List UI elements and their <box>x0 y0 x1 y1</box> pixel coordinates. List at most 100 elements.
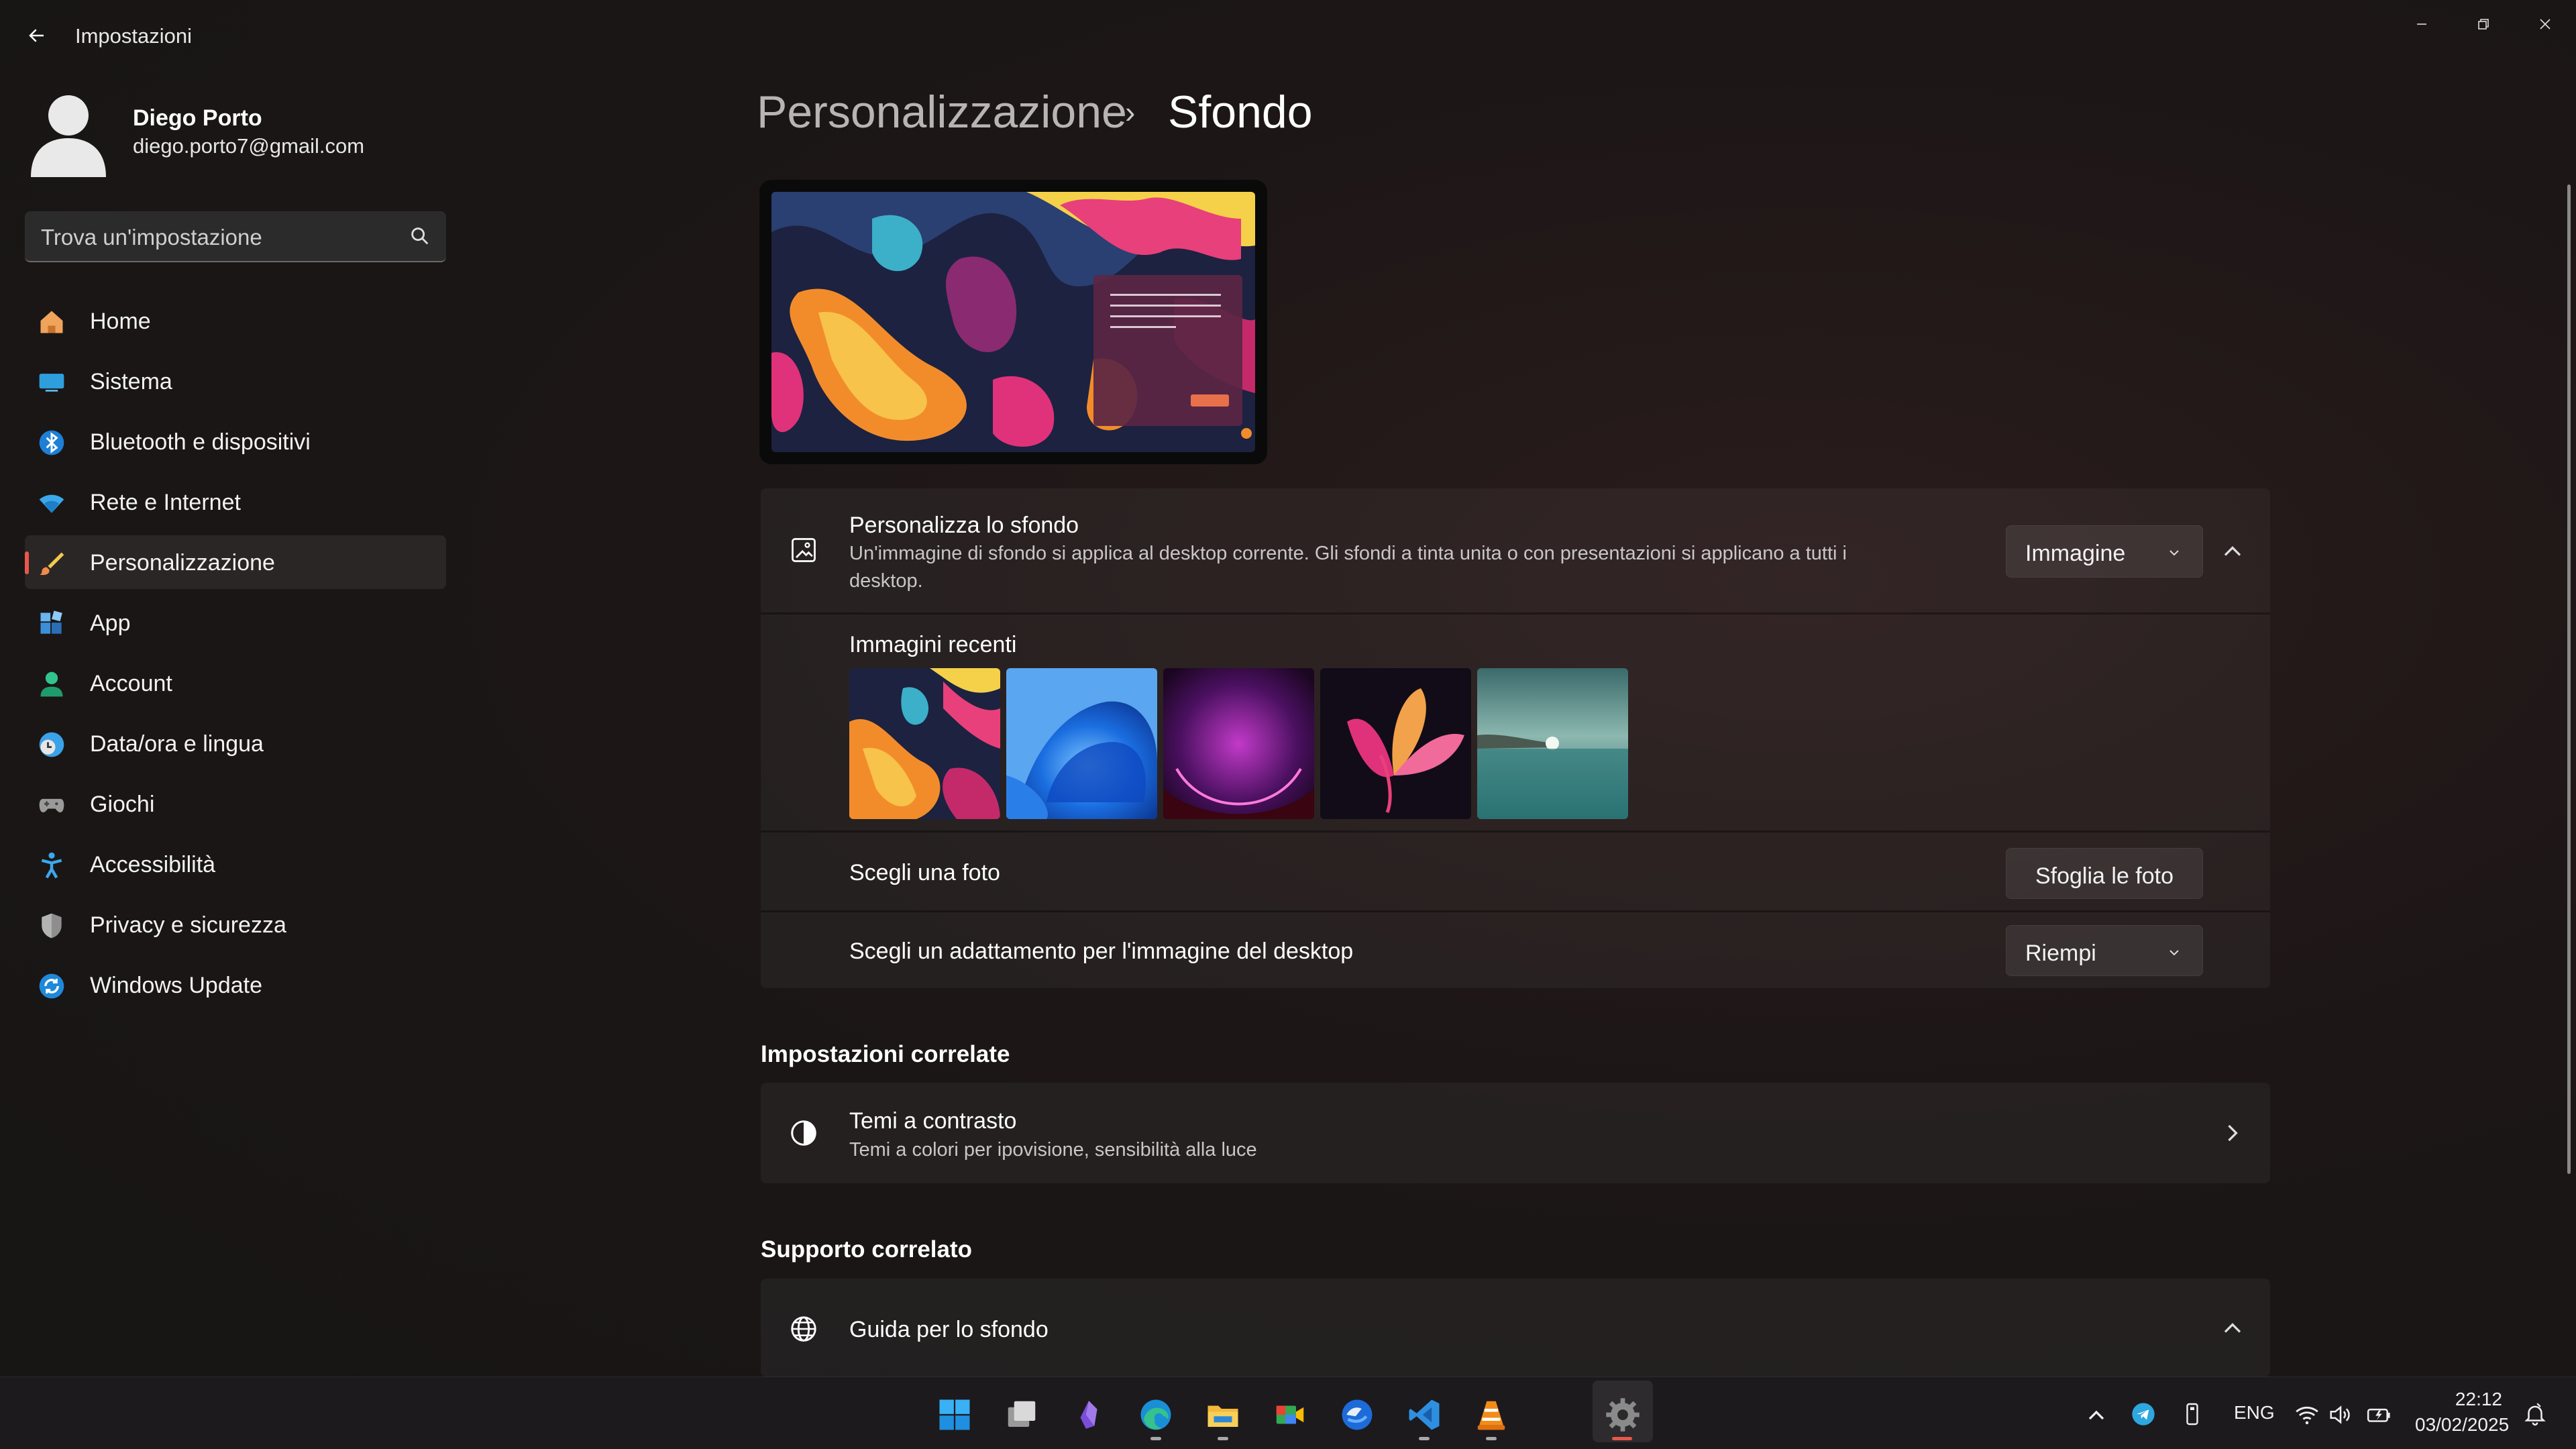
sidebar-item-label: Windows Update <box>90 973 263 998</box>
avatar[interactable] <box>28 90 109 177</box>
sidebar-item-accessibilita[interactable]: Accessibilità <box>25 837 446 891</box>
obsidian-icon[interactable] <box>1069 1395 1108 1434</box>
title-bar <box>0 0 2576 72</box>
chevron-down-icon <box>2169 550 2179 556</box>
vlc-icon[interactable] <box>1472 1395 1511 1434</box>
chevron-down-icon <box>2169 950 2179 956</box>
personalize-background-title: Personalizza lo sfondo <box>849 513 1079 538</box>
divider <box>761 830 2270 833</box>
minimize-button[interactable] <box>2392 5 2452 43</box>
personalize-background-desc-line2: desktop. <box>849 570 923 592</box>
accessibility-icon <box>37 851 66 880</box>
meet-icon[interactable] <box>1271 1395 1309 1434</box>
background-type-dropdown[interactable]: Immagine <box>2006 525 2203 578</box>
restore-icon <box>2478 19 2489 30</box>
sidebar-item-data-ora[interactable]: Data/ora e lingua <box>25 716 446 770</box>
chevron-right-icon <box>2218 1118 2247 1148</box>
running-indicator <box>1419 1437 1430 1440</box>
sidebar-item-label: App <box>90 610 131 636</box>
chevron-up-icon <box>2224 546 2241 556</box>
sidebar-item-sistema[interactable]: Sistema <box>25 354 446 408</box>
sidebar-item-giochi[interactable]: Giochi <box>25 777 446 830</box>
contrast-icon <box>788 1117 820 1149</box>
sidebar-item-privacy[interactable]: Privacy e sicurezza <box>25 898 446 951</box>
sidebar-item-home[interactable]: Home <box>25 294 446 347</box>
search-icon <box>411 227 429 245</box>
breadcrumb-separator: › <box>1125 95 1136 129</box>
vscode-icon[interactable] <box>1405 1395 1444 1434</box>
sidebar-item-bluetooth[interactable]: Bluetooth e dispositivi <box>25 415 446 468</box>
choose-photo-label: Scegli una foto <box>849 860 1000 885</box>
sidebar-item-rete[interactable]: Rete e Internet <box>25 475 446 529</box>
fit-label: Scegli un adattamento per l'immagine del… <box>849 938 1354 964</box>
update-icon <box>37 971 66 1001</box>
sidebar-item-label: Account <box>90 671 172 696</box>
recent-image-thumbnail[interactable] <box>1320 668 1471 819</box>
sidebar-item-label: Home <box>90 309 151 334</box>
running-indicator <box>1150 1437 1161 1440</box>
sidebar-item-label: Privacy e sicurezza <box>90 912 286 938</box>
sidebar-item-label: Rete e Internet <box>90 490 241 515</box>
browse-photos-button[interactable]: Sfoglia le foto <box>2006 848 2203 899</box>
close-button[interactable] <box>2515 5 2575 43</box>
edge-icon[interactable] <box>1136 1395 1175 1434</box>
sidebar-item-label: Bluetooth e dispositivi <box>90 429 311 455</box>
personalize-background-desc-line1: Un'immagine di sfondo si applica al desk… <box>849 543 1847 564</box>
language-indicator[interactable]: ENG <box>2234 1402 2275 1424</box>
battery-icon[interactable] <box>2365 1402 2394 1429</box>
file-explorer-icon[interactable] <box>1203 1395 1242 1434</box>
recent-image-thumbnail[interactable] <box>1006 668 1157 819</box>
wifi-icon <box>37 488 66 518</box>
browse-photos-label: Sfoglia le foto <box>2035 863 2174 889</box>
search-input[interactable]: Trova un'impostazione <box>25 211 446 262</box>
collapse-button[interactable] <box>2218 537 2247 566</box>
back-button[interactable] <box>20 19 54 52</box>
image-icon <box>788 534 820 566</box>
minimize-icon <box>2417 23 2426 25</box>
user-email: diego.porto7@gmail.com <box>133 134 365 158</box>
account-icon <box>37 669 66 699</box>
sidebar-item-windows-update[interactable]: Windows Update <box>25 958 446 1012</box>
sidebar-nav: Home Sistema Bluetooth e dispositivi Ret… <box>25 294 446 1018</box>
fit-value: Riempi <box>2025 941 2096 966</box>
telegram-icon[interactable] <box>2130 1401 2159 1430</box>
volume-icon[interactable] <box>2328 1402 2355 1429</box>
fit-dropdown[interactable]: Riempi <box>2006 925 2203 976</box>
chevron-up-icon[interactable] <box>2218 1313 2247 1343</box>
usb-device-icon[interactable] <box>2180 1401 2207 1430</box>
sidebar-item-app[interactable]: App <box>25 596 446 649</box>
scrollbar[interactable] <box>2567 184 2571 1174</box>
search-placeholder: Trova un'impostazione <box>41 225 262 250</box>
clock-globe-icon <box>37 730 66 759</box>
clock-time[interactable]: 22:12 <box>2442 1389 2502 1410</box>
recent-image-thumbnail[interactable] <box>1477 668 1628 819</box>
desktop-preview <box>759 180 1267 464</box>
thunderbird-icon[interactable] <box>1338 1395 1377 1434</box>
sidebar-item-personalizzazione[interactable]: Personalizzazione <box>25 535 446 589</box>
system-icon <box>37 368 66 397</box>
sidebar-item-label: Personalizzazione <box>90 550 275 576</box>
wallpaper-preview-image <box>771 192 1255 452</box>
recent-image-thumbnail[interactable] <box>849 668 1000 819</box>
recent-images-label: Immagini recenti <box>849 632 1017 657</box>
show-hidden-icons-chevron-icon[interactable] <box>2083 1402 2110 1429</box>
globe-icon <box>788 1313 820 1345</box>
active-indicator <box>1612 1437 1632 1440</box>
bluetooth-icon <box>37 428 66 458</box>
breadcrumb-parent[interactable]: Personalizzazione <box>757 86 1127 138</box>
running-indicator <box>1218 1437 1228 1440</box>
sidebar-item-label: Accessibilità <box>90 852 216 877</box>
wifi-status-icon[interactable] <box>2294 1402 2321 1429</box>
notification-bell-icon[interactable] <box>2522 1401 2549 1430</box>
sidebar-item-account[interactable]: Account <box>25 656 446 710</box>
related-settings-heading: Impostazioni correlate <box>761 1041 1010 1067</box>
running-indicator <box>1486 1437 1497 1440</box>
recent-image-thumbnail[interactable] <box>1163 668 1314 819</box>
restore-button[interactable] <box>2453 5 2514 43</box>
app-title: Impostazioni <box>75 24 193 48</box>
background-help-title: Guida per lo sfondo <box>849 1317 1049 1342</box>
task-view-icon[interactable] <box>1002 1395 1041 1434</box>
windows-start-icon[interactable] <box>935 1395 974 1434</box>
clock-date[interactable]: 03/02/2025 <box>2415 1414 2509 1436</box>
settings-icon[interactable] <box>1603 1395 1642 1434</box>
